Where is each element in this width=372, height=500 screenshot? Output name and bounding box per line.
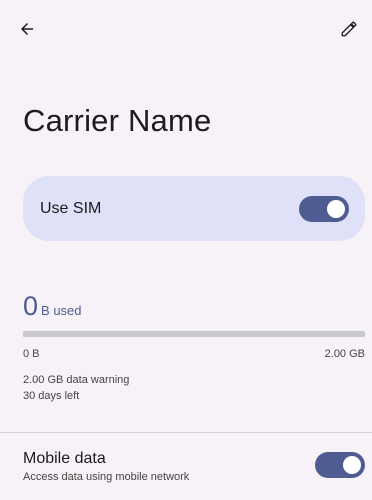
use-sim-card[interactable]: Use SIM — [23, 176, 365, 241]
usage-unit: B used — [41, 303, 82, 318]
data-warning-text: 2.00 GB data warning — [23, 374, 130, 386]
edit-button[interactable] — [334, 16, 364, 46]
back-button[interactable] — [12, 16, 42, 46]
data-usage-summary: 0B used — [23, 291, 82, 322]
page-title: Carrier Name — [23, 103, 212, 138]
usage-progress-bar — [23, 331, 365, 337]
mobile-data-subtitle: Access data using mobile network — [23, 471, 190, 483]
toggle-knob — [327, 200, 345, 218]
arrow-back-icon — [18, 20, 36, 43]
usage-scale-min: 0 B — [23, 348, 40, 360]
usage-amount: 0 — [23, 291, 39, 321]
usage-scale-max: 2.00 GB — [324, 348, 365, 360]
top-app-bar — [0, 0, 372, 62]
toggle-knob — [343, 456, 361, 474]
mobile-data-toggle[interactable] — [315, 452, 365, 478]
mobile-data-row[interactable]: Mobile data Access data using mobile net… — [0, 433, 372, 500]
days-left-text: 30 days left — [23, 390, 80, 402]
pencil-edit-icon — [340, 20, 358, 43]
mobile-data-title: Mobile data — [23, 450, 106, 467]
use-sim-label: Use SIM — [40, 200, 102, 217]
use-sim-toggle[interactable] — [299, 196, 349, 222]
